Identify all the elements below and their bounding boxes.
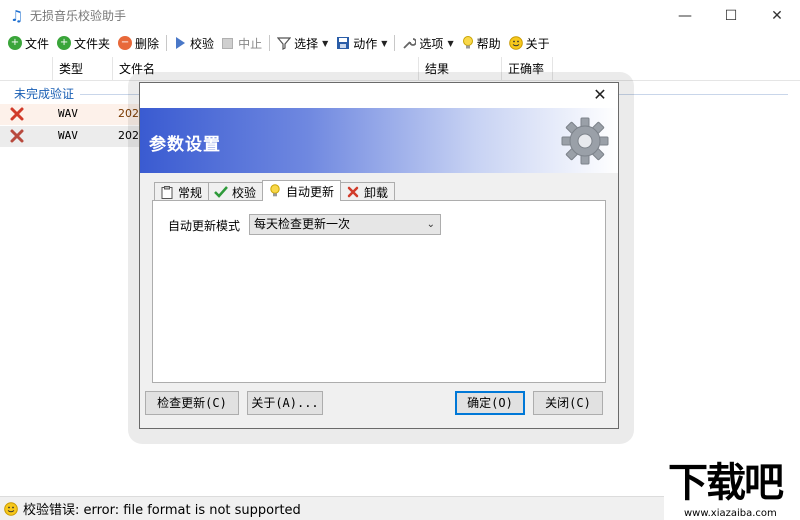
app-title: 无损音乐校验助手 [30, 9, 127, 23]
toolbar: + 文件 + 文件夹 − 删除 校验 中止 选择 ▼ 动作 ▼ 选项 ▼ 帮助 … [0, 31, 800, 55]
checkmark-icon [214, 185, 228, 199]
verify-label: 校验 [190, 36, 215, 51]
red-x-icon [346, 185, 360, 199]
dialog-titlebar[interactable]: ✕ [140, 83, 618, 108]
watermark-title: 下载吧 [668, 460, 784, 506]
tab-verify-label: 校验 [232, 185, 257, 200]
options-label: 选项 [419, 36, 444, 51]
tab-auto-update-label: 自动更新 [286, 184, 335, 199]
status-text: 校验错误: error: file format is not supporte… [23, 503, 301, 518]
close-button[interactable]: ✕ [754, 0, 800, 31]
list-item[interactable]: WAV 2021 [0, 104, 146, 125]
settings-dialog: ✕ 参数设置 常规 校验 自动更新 卸载 自动更新模式 每天检查更新一次 ⌄ 检… [139, 82, 619, 429]
dialog-banner: 参数设置 [140, 108, 618, 173]
auto-update-panel: 自动更新模式 每天检查更新一次 ⌄ [152, 200, 606, 383]
lightbulb-icon [462, 36, 473, 49]
minus-icon: − [118, 36, 133, 50]
dialog-tabs: 常规 校验 自动更新 卸载 [154, 180, 396, 201]
filter-icon [277, 37, 292, 50]
dialog-close-text-button[interactable]: 关闭(C) [533, 391, 603, 415]
row-type: WAV [58, 107, 78, 120]
tab-general[interactable]: 常规 [154, 182, 210, 201]
chevron-down-icon: ▼ [447, 38, 454, 48]
chevron-down-icon: ▼ [322, 38, 329, 48]
auto-update-mode-value: 每天检查更新一次 [254, 217, 351, 231]
save-icon [337, 37, 350, 49]
error-x-icon [10, 107, 24, 121]
about-button[interactable]: 关于 [505, 32, 554, 54]
add-folder-button[interactable]: + 文件夹 [53, 32, 114, 54]
clipboard-icon [160, 185, 174, 199]
toolbar-separator [166, 35, 168, 51]
add-file-button[interactable]: + 文件 [4, 32, 53, 54]
add-file-label: 文件 [25, 36, 50, 51]
delete-label: 删除 [135, 36, 160, 51]
verify-button[interactable]: 校验 [170, 32, 218, 54]
select-label: 选择 [294, 36, 319, 51]
toolbar-separator [269, 35, 271, 51]
check-update-button[interactable]: 检查更新(C) [145, 391, 239, 415]
gear-icon [561, 117, 609, 165]
dialog-close-button[interactable]: ✕ [590, 85, 610, 105]
title-bar: ♫ 无损音乐校验助手 — ☐ ✕ [0, 0, 800, 31]
stop-label: 中止 [238, 36, 263, 51]
chevron-down-icon: ⌄ [426, 219, 435, 230]
smiley-icon [4, 501, 18, 516]
tab-uninstall-label: 卸载 [364, 185, 389, 200]
select-dropdown[interactable]: 选择 ▼ [273, 32, 332, 54]
watermark-url: www.xiazaiba.com [684, 508, 777, 519]
ok-button[interactable]: 确定(O) [455, 391, 525, 415]
stop-icon [222, 37, 234, 49]
play-icon [176, 37, 186, 49]
delete-button[interactable]: − 删除 [114, 32, 163, 54]
dialog-about-button[interactable]: 关于(A)... [247, 391, 323, 415]
toolbar-separator [394, 35, 396, 51]
minimize-button[interactable]: — [662, 0, 708, 31]
tab-uninstall[interactable]: 卸载 [340, 182, 396, 201]
chevron-down-icon: ▼ [381, 38, 388, 48]
lightbulb-icon [268, 184, 282, 198]
add-icon: + [57, 36, 72, 50]
options-dropdown[interactable]: 选项 ▼ [398, 32, 457, 54]
watermark-logo: 下载吧 www.xiazaiba.com [664, 458, 800, 520]
error-x-icon [10, 129, 24, 143]
column-type[interactable]: 类型 [52, 57, 113, 81]
action-dropdown[interactable]: 动作 ▼ [332, 32, 391, 54]
group-label: 未完成验证 [14, 87, 75, 101]
dialog-title: 参数设置 [149, 135, 221, 155]
window-controls: — ☐ ✕ [662, 0, 800, 31]
stop-button[interactable]: 中止 [218, 32, 266, 54]
auto-update-mode-label: 自动更新模式 [168, 219, 241, 233]
help-label: 帮助 [476, 36, 501, 51]
auto-update-mode-select[interactable]: 每天检查更新一次 ⌄ [249, 214, 441, 235]
add-icon: + [8, 36, 22, 50]
music-note-icon: ♫ [10, 6, 24, 25]
tab-verify[interactable]: 校验 [208, 182, 264, 201]
tab-general-label: 常规 [178, 185, 203, 200]
maximize-button[interactable]: ☐ [708, 0, 754, 31]
help-button[interactable]: 帮助 [458, 32, 505, 54]
list-item[interactable]: WAV 2021 [0, 126, 146, 147]
wrench-icon [403, 38, 417, 49]
action-label: 动作 [353, 36, 378, 51]
about-label: 关于 [525, 36, 550, 51]
add-folder-label: 文件夹 [74, 36, 111, 51]
smiley-icon [508, 36, 523, 50]
tab-auto-update[interactable]: 自动更新 [262, 180, 342, 201]
row-type: WAV [58, 129, 78, 142]
